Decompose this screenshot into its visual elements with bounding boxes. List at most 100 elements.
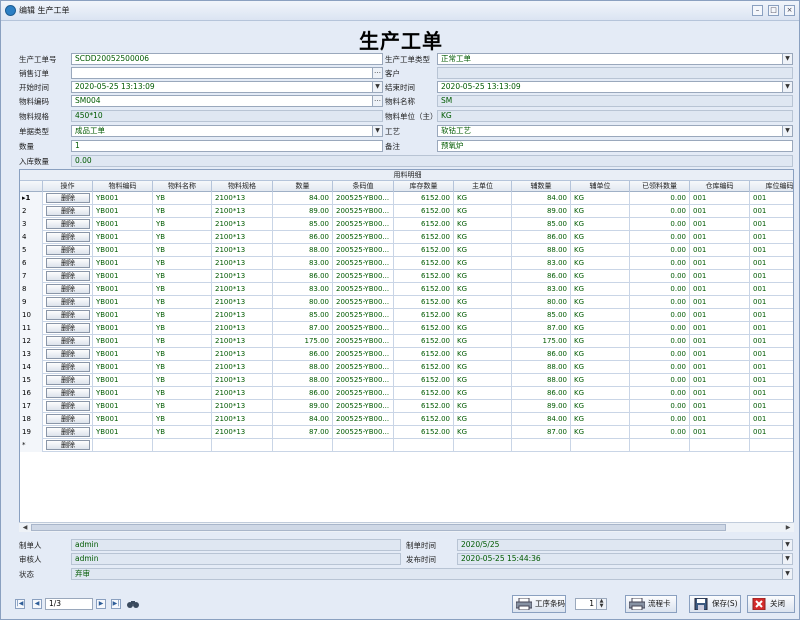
cell-unit[interactable]: KG [454,205,512,218]
cell-warehouse-code[interactable]: 001 [690,426,750,439]
material-code-field[interactable]: SM004… [71,95,383,107]
delete-row-button[interactable]: 删除 [46,258,90,268]
operation-cell[interactable]: 删除 [43,322,93,335]
cell-stock-qty[interactable]: 6152.00 [394,192,454,205]
cell-material-code[interactable]: YB001 [93,296,153,309]
cell-aux-unit[interactable]: KG [571,387,630,400]
cell-picked-qty[interactable]: 0.00 [630,270,690,283]
cell-unit[interactable]: KG [454,374,512,387]
chevron-down-icon[interactable]: ▼ [782,54,792,64]
cell-aux-unit[interactable]: KG [571,244,630,257]
delete-row-button[interactable]: 删除 [46,401,90,411]
cell-material-code[interactable]: YB001 [93,205,153,218]
table-row[interactable]: 16 删除 YB001 YB 2100*13 86.00 200525-YB00... 615… [20,387,793,400]
column-header-aux-qty[interactable]: 辅数量 [512,181,571,192]
cell-quantity[interactable]: 86.00 [273,231,333,244]
table-row[interactable]: 18 删除 YB001 YB 2100*13 84.00 200525-YB00... 615… [20,413,793,426]
cell-picked-qty[interactable]: 0.00 [630,296,690,309]
operation-cell[interactable]: 删除 [43,400,93,413]
column-header-location-code[interactable]: 库位编码 [750,181,794,192]
cell-barcode[interactable]: 200525-YB00... [333,374,394,387]
cell-stock-qty[interactable]: 6152.00 [394,335,454,348]
operation-cell[interactable]: 删除 [43,335,93,348]
sales-order-field[interactable]: … [71,67,383,79]
cell-aux-qty[interactable]: 88.00 [512,244,571,257]
cell-unit[interactable]: KG [454,218,512,231]
operation-cell[interactable]: 删除 [43,413,93,426]
cell-warehouse-code[interactable]: 001 [690,322,750,335]
quantity-field[interactable]: 1 [71,140,383,152]
cell-picked-qty[interactable]: 0.00 [630,361,690,374]
operation-cell[interactable]: 删除 [43,361,93,374]
cell-material-code[interactable]: YB001 [93,361,153,374]
cell-location-code[interactable]: 001 [750,387,793,400]
cell-aux-unit[interactable]: KG [571,270,630,283]
cell-material-spec[interactable]: 2100*13 [212,374,273,387]
cell-material-code[interactable]: YB001 [93,283,153,296]
flow-card-button[interactable]: 流程卡 [625,595,677,613]
cell-material-code[interactable]: YB001 [93,348,153,361]
cell-location-code[interactable]: 001 [750,192,793,205]
table-row[interactable]: 4 删除 YB001 YB 2100*13 86.00 200525-YB00... 6152… [20,231,793,244]
cell-quantity[interactable]: 89.00 [273,205,333,218]
table-row[interactable]: 8 删除 YB001 YB 2100*13 83.00 200525-YB00... 6152… [20,283,793,296]
cell-aux-unit[interactable]: KG [571,374,630,387]
empty-cell[interactable] [212,439,273,452]
cell-stock-qty[interactable]: 6152.00 [394,387,454,400]
chevron-down-icon[interactable]: ▼ [372,82,382,92]
next-page-icon[interactable]: ▶ [96,599,106,609]
cell-barcode[interactable]: 200525-YB00... [333,231,394,244]
new-row[interactable]: * 删除 [20,439,793,452]
table-row[interactable]: 3 删除 YB001 YB 2100*13 85.00 200525-YB00... 6152… [20,218,793,231]
cell-picked-qty[interactable]: 0.00 [630,374,690,387]
cell-stock-qty[interactable]: 6152.00 [394,400,454,413]
operation-cell[interactable]: 删除 [43,296,93,309]
delete-row-button[interactable]: 删除 [46,414,90,424]
chevron-down-icon[interactable]: ▼ [782,82,792,92]
cell-picked-qty[interactable]: 0.00 [630,231,690,244]
operation-cell[interactable]: 删除 [43,426,93,439]
delete-row-button[interactable]: 删除 [46,206,90,216]
cell-location-code[interactable]: 001 [750,413,793,426]
cell-aux-qty[interactable]: 86.00 [512,348,571,361]
table-row[interactable]: 7 删除 YB001 YB 2100*13 86.00 200525-YB00... 6152… [20,270,793,283]
cell-material-spec[interactable]: 2100*13 [212,257,273,270]
operation-cell[interactable]: 删除 [43,387,93,400]
delete-row-button[interactable]: 删除 [46,362,90,372]
process-select[interactable]: 软钴工艺 ▼ [437,125,793,137]
cell-aux-qty[interactable]: 83.00 [512,257,571,270]
column-header-stock-qty[interactable]: 库存数量 [394,181,454,192]
cell-stock-qty[interactable]: 6152.00 [394,296,454,309]
cell-picked-qty[interactable]: 0.00 [630,426,690,439]
cell-aux-unit[interactable]: KG [571,296,630,309]
cell-material-spec[interactable]: 2100*13 [212,192,273,205]
cell-aux-unit[interactable]: KG [571,348,630,361]
cell-location-code[interactable]: 001 [750,309,793,322]
page-indicator[interactable]: 1/3 [45,598,93,610]
cell-aux-qty[interactable]: 84.00 [512,192,571,205]
operation-cell[interactable]: 删除 [43,270,93,283]
cell-picked-qty[interactable]: 0.00 [630,400,690,413]
cell-location-code[interactable]: 001 [750,205,793,218]
cell-location-code[interactable]: 001 [750,218,793,231]
start-time-picker[interactable]: 2020-05-25 13:13:09 ▼ [71,81,383,93]
cell-material-spec[interactable]: 2100*13 [212,400,273,413]
cell-unit[interactable]: KG [454,361,512,374]
operation-cell[interactable]: 删除 [43,218,93,231]
delete-row-button[interactable]: 删除 [46,193,90,203]
cell-unit[interactable]: KG [454,413,512,426]
binoculars-icon[interactable] [126,599,140,609]
table-row[interactable]: ▸1 删除 YB001 YB 2100*13 84.00 200525-YB00... 615… [20,192,793,205]
operation-cell[interactable]: 删除 [43,374,93,387]
delete-row-button[interactable]: 删除 [46,232,90,242]
column-header-quantity[interactable]: 数量 [273,181,333,192]
cell-material-spec[interactable]: 2100*13 [212,218,273,231]
cell-material-name[interactable]: YB [153,309,212,322]
cell-warehouse-code[interactable]: 001 [690,413,750,426]
cell-stock-qty[interactable]: 6152.00 [394,270,454,283]
work-order-no-field[interactable]: SCDD20052500006 [71,53,383,65]
cell-aux-unit[interactable]: KG [571,426,630,439]
delete-row-button[interactable]: 删除 [46,388,90,398]
cell-material-code[interactable]: YB001 [93,309,153,322]
cell-barcode[interactable]: 200525-YB00... [333,426,394,439]
